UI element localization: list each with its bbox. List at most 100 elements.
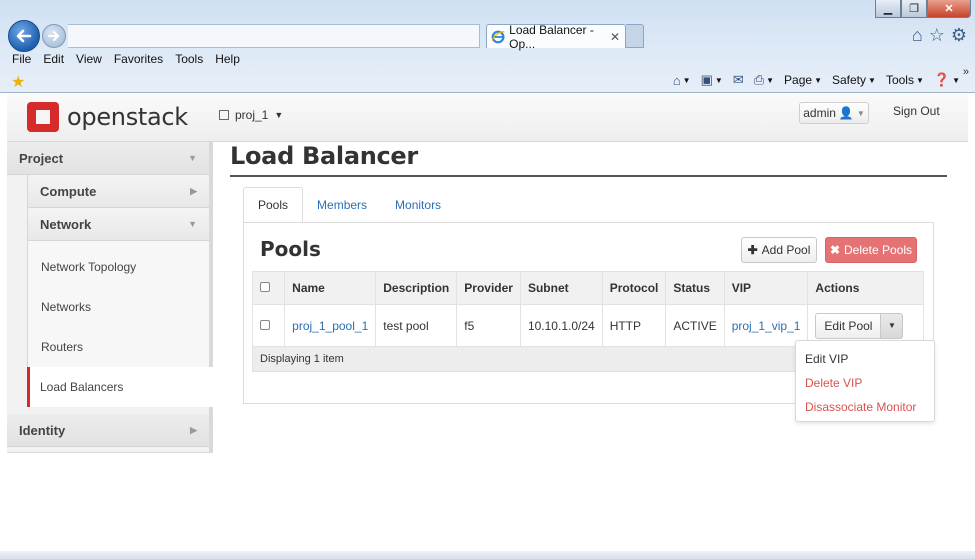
chevron-down-icon: ▼ bbox=[274, 110, 284, 120]
menu-tools[interactable]: Tools bbox=[169, 50, 209, 68]
column-header-subnet[interactable]: Subnet bbox=[519, 271, 603, 305]
tab-members[interactable]: Members bbox=[303, 187, 381, 223]
sidebar-item-networks[interactable]: Networks bbox=[28, 287, 209, 327]
forward-arrow-icon bbox=[48, 31, 60, 41]
menu-item-disassociate-monitor[interactable]: Disassociate Monitor bbox=[796, 395, 934, 419]
pool-status: ACTIVE bbox=[665, 304, 725, 347]
page-menu[interactable]: Page ▼ bbox=[781, 73, 825, 87]
help-command[interactable]: ❓ ▼ bbox=[931, 72, 963, 88]
chevron-down-icon: ▼ bbox=[887, 321, 896, 330]
sidebar-identity-label: Identity bbox=[19, 422, 66, 438]
project-icon bbox=[219, 110, 229, 120]
print-command[interactable]: ⎙ ▼ bbox=[751, 72, 777, 88]
pool-protocol: HTTP bbox=[601, 304, 667, 347]
column-header-provider[interactable]: Provider bbox=[456, 271, 521, 305]
delete-pools-button[interactable]: ✖ Delete Pools bbox=[825, 237, 917, 263]
back-arrow-icon bbox=[16, 29, 32, 43]
openstack-logo[interactable]: openstack bbox=[27, 102, 188, 132]
tab-monitors[interactable]: Monitors bbox=[381, 187, 455, 223]
menu-item-edit-vip[interactable]: Edit VIP bbox=[796, 347, 934, 371]
project-selector[interactable]: proj_1 ▼ bbox=[219, 108, 283, 122]
logo-text: openstack bbox=[67, 103, 188, 131]
sidebar-panel-project[interactable]: Project ▼ bbox=[7, 142, 209, 175]
menu-edit[interactable]: Edit bbox=[37, 50, 70, 68]
sidebar-compute-label: Compute bbox=[40, 183, 97, 199]
add-pool-button[interactable]: ✚ Add Pool bbox=[741, 237, 817, 263]
address-bar[interactable] bbox=[68, 24, 480, 48]
back-button[interactable] bbox=[8, 20, 40, 52]
tab-bar: Pools Members Monitors bbox=[243, 187, 455, 223]
row-actions: Edit Pool ▼ bbox=[815, 312, 916, 339]
close-window-button[interactable]: ✕ bbox=[927, 0, 971, 18]
openstack-logo-icon bbox=[27, 102, 59, 132]
sidebar-network-links: Network Topology Networks Routers Load B… bbox=[27, 241, 214, 407]
sidebar-project-label: Project bbox=[19, 150, 64, 166]
chevron-right-icon: ▶ bbox=[190, 424, 197, 435]
home-command[interactable]: ⌂ ▼ bbox=[670, 73, 694, 88]
settings-gear-icon[interactable]: ⚙ bbox=[951, 24, 967, 46]
home-icon: ⌂ bbox=[672, 72, 681, 88]
tab-pools[interactable]: Pools bbox=[243, 187, 304, 223]
sidebar-group-compute[interactable]: Compute ▶ bbox=[27, 175, 209, 208]
row-select-cell bbox=[251, 304, 286, 347]
restore-button[interactable]: ❐ bbox=[901, 0, 927, 18]
sidebar-panel-identity[interactable]: Identity ▶ bbox=[7, 414, 209, 447]
user-menu-button[interactable]: admin 👤 ▼ bbox=[799, 102, 869, 124]
page-title: Load Balancer bbox=[230, 142, 418, 170]
delete-pools-label: Delete Pools bbox=[844, 243, 913, 257]
sidebar-group-network[interactable]: Network ▼ bbox=[27, 208, 209, 241]
select-all-cell bbox=[251, 271, 286, 305]
menu-item-delete-vip[interactable]: Delete VIP bbox=[796, 371, 934, 395]
column-header-status[interactable]: Status bbox=[665, 271, 725, 305]
command-bar: ⌂ ▼ ▣ ▼ ✉ ⎙ ▼ Page ▼ Safety ▼ Tools ▼ ❓ ▼ bbox=[670, 70, 963, 90]
sidebar-item-routers[interactable]: Routers bbox=[28, 327, 209, 367]
safety-menu[interactable]: Safety ▼ bbox=[829, 73, 879, 87]
home-icon[interactable]: ⌂ bbox=[912, 24, 923, 46]
menu-favorites[interactable]: Favorites bbox=[108, 50, 169, 68]
pool-subnet: 10.10.1.0/24 bbox=[519, 304, 603, 347]
window-controls: ▁ ❐ ✕ bbox=[875, 0, 971, 18]
ie-toolbar-icons: ⌂ ☆ ⚙ bbox=[912, 24, 967, 46]
forward-button[interactable] bbox=[42, 24, 66, 48]
add-pool-label: Add Pool bbox=[761, 243, 811, 257]
tools-menu[interactable]: Tools ▼ bbox=[883, 73, 927, 87]
openstack-header: openstack proj_1 ▼ admin 👤 ▼ Sign Out bbox=[7, 94, 968, 142]
chevron-right-icon: ▶ bbox=[190, 185, 197, 196]
actions-dropdown-menu: Edit VIP Delete VIP Disassociate Monitor bbox=[795, 340, 935, 422]
column-header-description[interactable]: Description bbox=[375, 271, 458, 305]
column-header-name[interactable]: Name bbox=[284, 271, 377, 305]
favorites-star-icon[interactable]: ☆ bbox=[929, 24, 945, 46]
row-checkbox[interactable] bbox=[260, 319, 270, 330]
select-all-checkbox[interactable] bbox=[260, 282, 270, 292]
sidebar-item-network-topology[interactable]: Network Topology bbox=[28, 247, 209, 287]
page-menu-label: Page bbox=[784, 73, 813, 87]
edit-pool-button[interactable]: Edit Pool bbox=[815, 312, 882, 339]
browser-tab[interactable]: Load Balancer - Op... ✕ bbox=[486, 22, 626, 51]
plus-icon: ✚ bbox=[747, 243, 758, 257]
column-header-vip[interactable]: VIP bbox=[723, 271, 809, 305]
sidebar-item-load-balancers[interactable]: Load Balancers bbox=[27, 367, 214, 407]
menu-view[interactable]: View bbox=[70, 50, 108, 68]
new-tab-button[interactable] bbox=[626, 24, 644, 48]
close-tab-icon[interactable]: ✕ bbox=[610, 30, 620, 44]
table-header-row: Name Description Provider Subnet Protoco… bbox=[251, 271, 924, 305]
minimize-button[interactable]: ▁ bbox=[875, 0, 901, 18]
pool-name-link[interactable]: proj_1_pool_1 bbox=[284, 304, 377, 347]
section-title: Pools bbox=[260, 237, 321, 261]
pool-provider: f5 bbox=[456, 304, 521, 347]
menu-file[interactable]: File bbox=[0, 50, 37, 68]
mail-command[interactable]: ✉ bbox=[730, 72, 747, 88]
pools-table: Name Description Provider Subnet Protoco… bbox=[251, 271, 924, 347]
menu-help[interactable]: Help bbox=[209, 50, 246, 68]
actions-dropdown-toggle[interactable]: ▼ bbox=[881, 312, 904, 339]
chevron-down-icon: ▼ bbox=[856, 108, 865, 118]
sign-out-link[interactable]: Sign Out bbox=[893, 104, 940, 118]
column-header-protocol[interactable]: Protocol bbox=[601, 271, 667, 305]
chevron-more-icon[interactable]: » bbox=[963, 66, 969, 78]
sidebar-network-label: Network bbox=[40, 216, 92, 232]
browser-tab-title: Load Balancer - Op... bbox=[509, 22, 594, 51]
rss-icon: ▣ bbox=[700, 72, 713, 87]
feeds-command[interactable]: ▣ ▼ bbox=[698, 72, 726, 88]
add-favorites-star-icon[interactable]: ★ bbox=[11, 72, 25, 92]
sidebar: Project ▼ Compute ▶ Network ▼ Network To… bbox=[7, 142, 214, 453]
